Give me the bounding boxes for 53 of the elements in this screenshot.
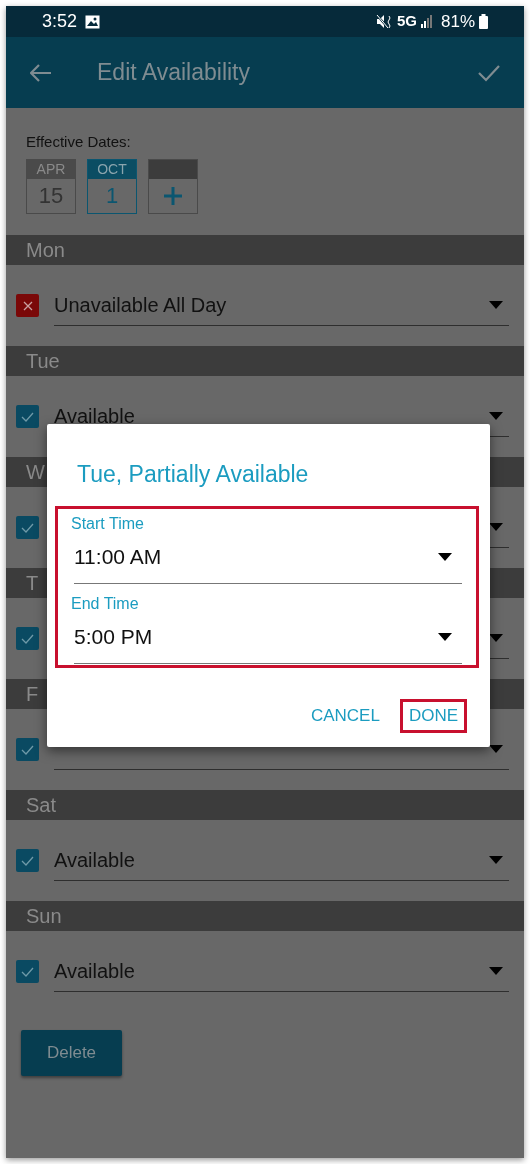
available-checkbox[interactable] bbox=[16, 960, 39, 983]
unavailable-x-icon[interactable] bbox=[16, 294, 39, 317]
available-checkbox[interactable] bbox=[16, 405, 39, 428]
effective-dates-label: Effective Dates: bbox=[26, 132, 132, 152]
dropdown-caret-icon bbox=[489, 412, 503, 420]
back-arrow-icon[interactable] bbox=[30, 63, 52, 82]
date-month: APR bbox=[27, 159, 75, 179]
available-checkbox[interactable] bbox=[16, 738, 39, 761]
field-label: Start Time bbox=[71, 513, 145, 532]
date-month: OCT bbox=[88, 159, 136, 179]
dropdown-caret-icon bbox=[438, 633, 452, 641]
checkmark-icon[interactable] bbox=[478, 63, 500, 82]
dropdown-caret-icon bbox=[489, 856, 503, 864]
mute-icon bbox=[375, 14, 393, 29]
dropdown-caret-icon bbox=[489, 967, 503, 975]
app-bar-title: Edit Availability bbox=[97, 58, 251, 88]
status-time: 3:52 bbox=[42, 10, 78, 33]
dropdown-caret-icon bbox=[489, 301, 503, 309]
check-icon bbox=[21, 744, 34, 755]
plus-icon bbox=[164, 186, 182, 205]
day-header: Sun bbox=[6, 901, 524, 931]
dropdown-caret-icon bbox=[489, 745, 503, 753]
date-tile[interactable]: OCT 1 bbox=[87, 158, 137, 214]
available-checkbox[interactable] bbox=[16, 627, 39, 650]
availability-dropdown[interactable]: Available bbox=[54, 951, 509, 992]
dropdown-caret-icon bbox=[489, 634, 503, 642]
available-checkbox[interactable] bbox=[16, 849, 39, 872]
delete-button[interactable]: Delete bbox=[21, 1030, 122, 1076]
done-button[interactable]: DONE bbox=[399, 698, 467, 733]
check-icon bbox=[21, 633, 34, 644]
dialog-title: Tue, Partially Available bbox=[77, 460, 310, 489]
battery-icon bbox=[479, 14, 488, 29]
day-header: Sat bbox=[6, 790, 524, 820]
date-day: 1 bbox=[88, 178, 136, 213]
check-icon bbox=[21, 522, 34, 533]
time-dropdown[interactable]: 11:00 AM bbox=[74, 531, 462, 584]
time-dropdown[interactable]: 5:00 PM bbox=[74, 611, 462, 664]
day-header: Mon bbox=[6, 235, 524, 265]
add-date-button[interactable] bbox=[148, 158, 198, 214]
battery-percent: 81% bbox=[440, 10, 475, 33]
signal-icon bbox=[420, 15, 433, 28]
check-icon bbox=[21, 966, 34, 977]
check-icon bbox=[21, 855, 34, 866]
dropdown-caret-icon bbox=[489, 523, 503, 531]
day-header: Tue bbox=[6, 346, 524, 376]
network-label: 5G bbox=[396, 11, 417, 32]
close-icon bbox=[22, 300, 33, 311]
availability-dropdown[interactable]: Unavailable All Day bbox=[54, 285, 509, 326]
available-checkbox[interactable] bbox=[16, 516, 39, 539]
check-icon bbox=[21, 411, 34, 422]
availability-dropdown[interactable]: Available bbox=[54, 840, 509, 881]
dropdown-caret-icon bbox=[438, 553, 452, 561]
image-icon bbox=[85, 14, 101, 29]
